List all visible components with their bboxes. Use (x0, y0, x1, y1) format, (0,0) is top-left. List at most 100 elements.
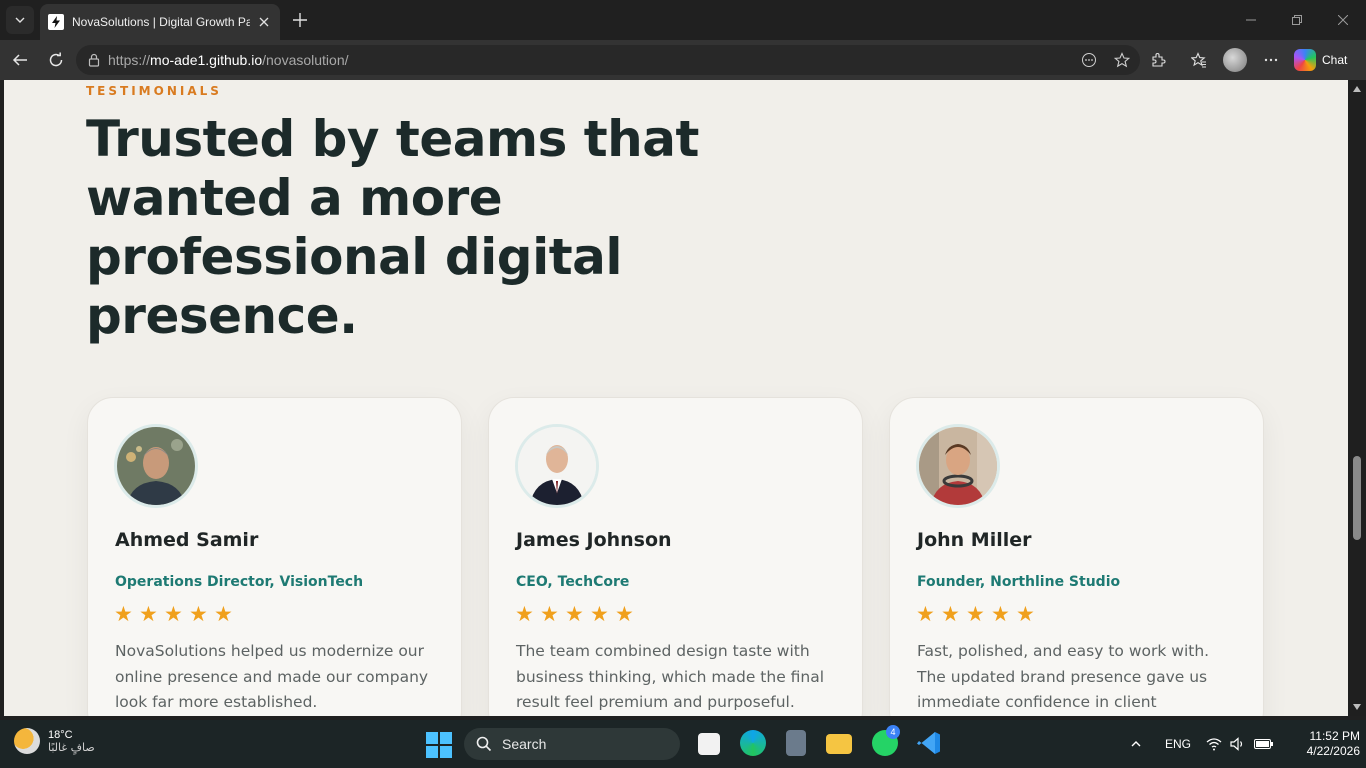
close-icon (259, 17, 269, 27)
windows-taskbar: 18°C صافٍ غالبًا Search 4 ENG 11:52 PM 4… (0, 720, 1366, 768)
star-rating: ★ ★ ★ ★ ★ (114, 602, 234, 626)
partly-sunny-icon (14, 728, 40, 754)
copilot-chat-button[interactable]: Chat (1294, 47, 1358, 73)
favorite-star-icon[interactable] (1112, 50, 1132, 70)
star-rating: ★ ★ ★ ★ ★ (916, 602, 1036, 626)
person-role: Founder, Northline Studio (917, 574, 1121, 590)
weather-temperature: 18°C (48, 728, 73, 741)
vscode-icon[interactable] (916, 730, 942, 756)
notification-badge: 4 (886, 725, 900, 739)
star-icon: ★ (114, 602, 133, 626)
section-eyebrow: TESTIMONIALS (86, 84, 222, 98)
person-role: CEO, TechCore (516, 574, 630, 590)
reader-options-icon[interactable] (1079, 50, 1099, 70)
battery-icon (1254, 739, 1273, 749)
browser-tab[interactable]: NovaSolutions | Digital Growth Pa (40, 4, 280, 40)
input-language[interactable]: ENG (1165, 720, 1191, 768)
browser-titlebar: NovaSolutions | Digital Growth Pa (0, 0, 1366, 40)
scroll-thumb[interactable] (1353, 456, 1361, 540)
star-icon: ★ (590, 602, 609, 626)
chevron-down-icon (15, 17, 25, 23)
arrow-left-icon (12, 54, 27, 66)
star-icon: ★ (941, 602, 960, 626)
start-button[interactable] (426, 732, 452, 758)
close-tab-button[interactable] (256, 14, 272, 30)
clock-time: 11:52 PM (1309, 729, 1360, 743)
search-icon (476, 736, 492, 752)
page-viewport: TESTIMONIALS Trusted by teams that wante… (4, 80, 1348, 716)
profile-avatar[interactable] (1223, 48, 1247, 72)
file-explorer-icon[interactable] (826, 734, 852, 754)
copilot-icon (1294, 49, 1316, 71)
star-icon: ★ (214, 602, 233, 626)
system-tray-status[interactable] (1206, 720, 1274, 768)
taskbar-clock[interactable]: 11:52 PM 4/22/2026 (1286, 729, 1360, 759)
star-icon: ★ (565, 602, 584, 626)
refresh-icon (49, 52, 63, 67)
back-button[interactable] (8, 48, 32, 72)
avatar (916, 424, 1000, 508)
taskbar-search[interactable]: Search (464, 728, 680, 760)
weather-widget[interactable]: 18°C صافٍ غالبًا (14, 728, 95, 754)
url-text: https://mo-ade1.github.io/novasolution/ (108, 52, 349, 68)
star-icon: ★ (916, 602, 935, 626)
new-tab-button[interactable] (288, 8, 312, 32)
search-label: Search (502, 736, 547, 752)
close-window-button[interactable] (1320, 0, 1366, 40)
minimize-button[interactable] (1228, 0, 1274, 40)
star-icon: ★ (615, 602, 634, 626)
lightning-icon (48, 14, 64, 30)
testimonial-quote: The team combined design taste with busi… (516, 642, 825, 711)
person-role: Operations Director, VisionTech (115, 574, 364, 590)
star-rating: ★ ★ ★ ★ ★ (515, 602, 635, 626)
lock-icon[interactable] (86, 52, 102, 68)
file-icon[interactable] (698, 733, 720, 755)
chevron-up-icon (1131, 741, 1141, 747)
scroll-down-arrow-icon[interactable] (1352, 702, 1362, 712)
language-label: ENG (1165, 737, 1192, 751)
testimonial-card-john: John Miller Founder, Northline Studio ★ … (889, 397, 1264, 716)
star-icon: ★ (966, 602, 985, 626)
wifi-icon (1206, 738, 1222, 751)
edge-browser-icon[interactable] (740, 730, 766, 756)
url-scheme: https:// (108, 52, 151, 68)
weather-description: صافٍ غالبًا (48, 740, 95, 754)
star-icon: ★ (991, 602, 1010, 626)
star-icon: ★ (515, 602, 534, 626)
star-icon: ★ (540, 602, 559, 626)
testimonial-quote: NovaSolutions helped us modernize our on… (115, 642, 429, 711)
testimonial-card-james: James Johnson CEO, TechCore ★ ★ ★ ★ ★ Th… (488, 397, 863, 716)
refresh-button[interactable] (44, 48, 68, 72)
scroll-up-arrow-icon[interactable] (1352, 84, 1362, 94)
volume-icon (1230, 737, 1243, 751)
chat-label: Chat (1322, 53, 1348, 67)
restore-icon (1292, 15, 1302, 25)
plus-icon (293, 13, 307, 27)
avatar (114, 424, 198, 508)
person-name: John Miller (917, 529, 1032, 551)
calculator-icon[interactable] (786, 730, 806, 756)
page-scrollbar[interactable] (1348, 80, 1366, 716)
star-icon: ★ (139, 602, 158, 626)
tab-title: NovaSolutions | Digital Growth Pa (72, 15, 250, 29)
clock-date: 4/22/2026 (1306, 744, 1360, 758)
close-icon (1338, 15, 1348, 25)
url-path: /novasolution/ (262, 52, 349, 68)
testimonial-quote: Fast, polished, and easy to work with. T… (917, 642, 1210, 711)
restore-button[interactable] (1274, 0, 1320, 40)
person-name: James Johnson (516, 529, 672, 551)
address-bar[interactable]: https://mo-ade1.github.io/novasolution/ (76, 45, 1140, 75)
url-host: mo-ade1.github.io (150, 52, 263, 68)
testimonial-card-ahmed: Ahmed Samir Operations Director, VisionT… (87, 397, 462, 716)
tab-actions-button[interactable] (6, 6, 34, 34)
window-controls (1228, 0, 1366, 40)
section-headline: Trusted by teams that wanted a more prof… (86, 110, 699, 345)
more-options-icon[interactable] (1259, 48, 1283, 72)
avatar (515, 424, 599, 508)
browser-toolbar: https://mo-ade1.github.io/novasolution/ … (0, 40, 1366, 80)
extensions-icon[interactable] (1146, 48, 1170, 72)
favorites-icon[interactable] (1187, 48, 1211, 72)
star-icon: ★ (189, 602, 208, 626)
minimize-icon (1246, 19, 1256, 21)
show-hidden-icons-button[interactable] (1130, 720, 1142, 768)
